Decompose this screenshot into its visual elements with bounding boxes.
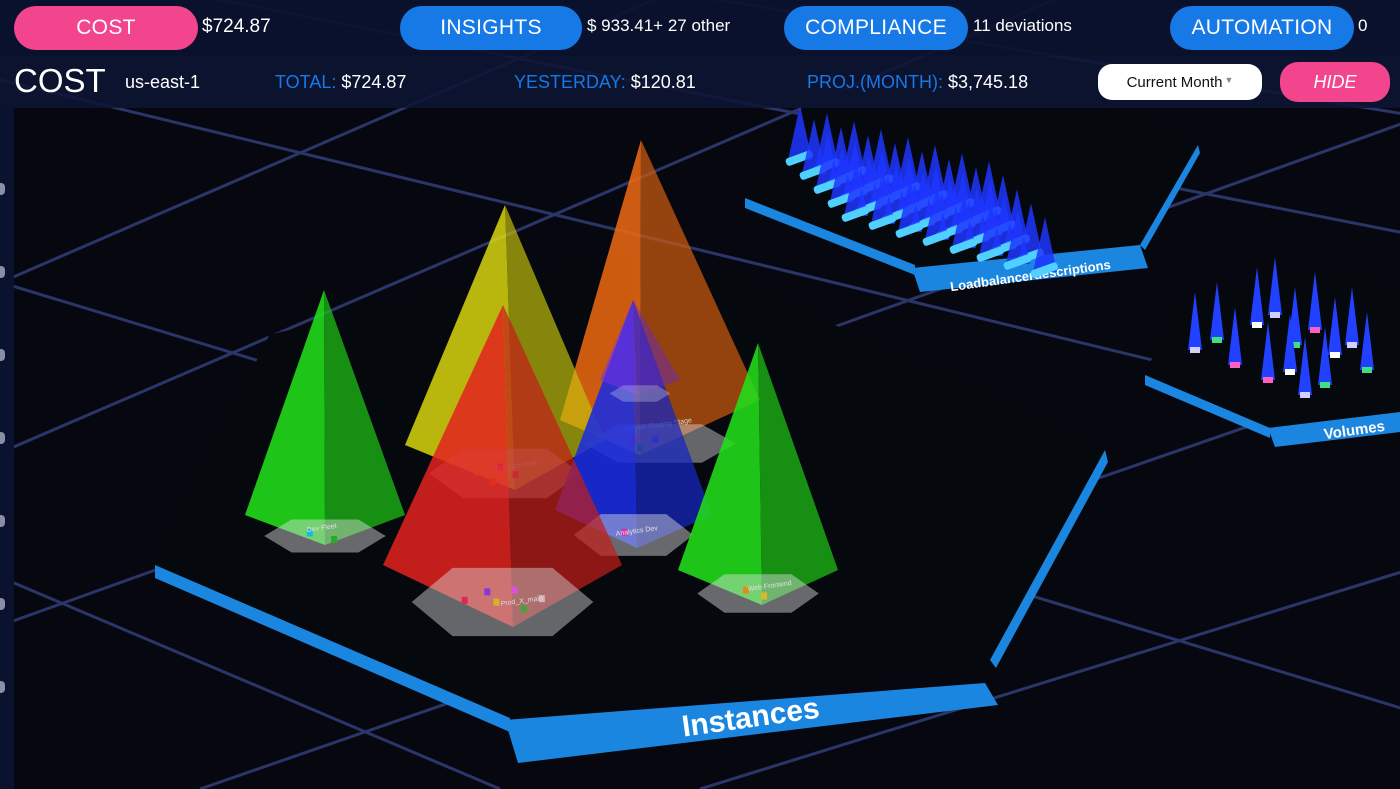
pyramid-red-resource-cube <box>511 586 518 594</box>
scroll-dot[interactable] <box>0 183 5 195</box>
volume-chip <box>1285 369 1295 375</box>
total-label: TOTAL: <box>275 72 337 92</box>
automation-tab-value: 0 <box>1358 16 1368 35</box>
chevron-down-icon: ▼ <box>1224 75 1234 85</box>
yesterday-value: $120.81 <box>630 72 696 92</box>
projected-value: $3,745.18 <box>948 72 1029 92</box>
pyramid-red-resource-cube <box>484 588 491 596</box>
cost-tab-value: $724.87 <box>202 16 271 37</box>
pyramid-green-right-resource-cube <box>761 592 768 600</box>
volume-chip <box>1230 362 1240 368</box>
pyramid-red-resource-cube <box>520 605 527 613</box>
volume-chip <box>1347 342 1357 348</box>
scroll-dot[interactable] <box>0 598 5 610</box>
3d-scene[interactable]: InstancesLoadbalancerdescriptionsVolumes… <box>0 0 1400 789</box>
compliance-tab-value: 11 deviations <box>973 16 1072 35</box>
volume-chip <box>1263 377 1273 383</box>
pyramid-red-resource-cube <box>461 596 468 604</box>
scroll-dot[interactable] <box>0 515 5 527</box>
region-label: us-east-1 <box>125 72 201 92</box>
pyramid-green-left-resource-cube <box>331 536 338 543</box>
scroll-dot[interactable] <box>0 681 5 693</box>
volume-chip <box>1252 322 1262 328</box>
total-value: $724.87 <box>341 72 407 92</box>
scroll-dot[interactable] <box>0 266 5 278</box>
volume-chip <box>1362 367 1372 373</box>
left-edge-strip <box>0 108 14 789</box>
yesterday-label: YESTERDAY: <box>514 72 626 92</box>
yesterday-stat: YESTERDAY: $120.81 <box>514 72 696 93</box>
volume-chip <box>1330 352 1340 358</box>
volume-chip <box>1310 327 1320 333</box>
volume-chip <box>1270 312 1280 318</box>
compliance-tab-button[interactable]: COMPLIANCE <box>784 6 968 50</box>
pyramid-red-resource-cube <box>493 598 500 606</box>
projected-stat: PROJ.(MONTH): $3,745.18 <box>807 72 1028 93</box>
hide-button[interactable]: HIDE <box>1280 62 1390 102</box>
cost-tab-button[interactable]: COST <box>14 6 198 50</box>
section-title: COST <box>14 62 106 99</box>
automation-tab-button[interactable]: AUTOMATION <box>1170 6 1354 50</box>
insights-tab-button[interactable]: INSIGHTS <box>400 6 582 50</box>
scroll-dot[interactable] <box>0 349 5 361</box>
volume-chip <box>1190 347 1200 353</box>
insights-tab-value: $ 933.41+ 27 other <box>587 16 731 35</box>
scroll-dot[interactable] <box>0 432 5 444</box>
projected-label: PROJ.(MONTH): <box>807 72 943 92</box>
volume-chip <box>1300 392 1310 398</box>
volume-chip <box>1212 337 1222 343</box>
volume-chip <box>1320 382 1330 388</box>
period-select-value: Current Month <box>1126 73 1223 91</box>
period-select[interactable]: Current Month ▼ <box>1098 64 1262 100</box>
total-stat: TOTAL: $724.87 <box>275 72 406 93</box>
